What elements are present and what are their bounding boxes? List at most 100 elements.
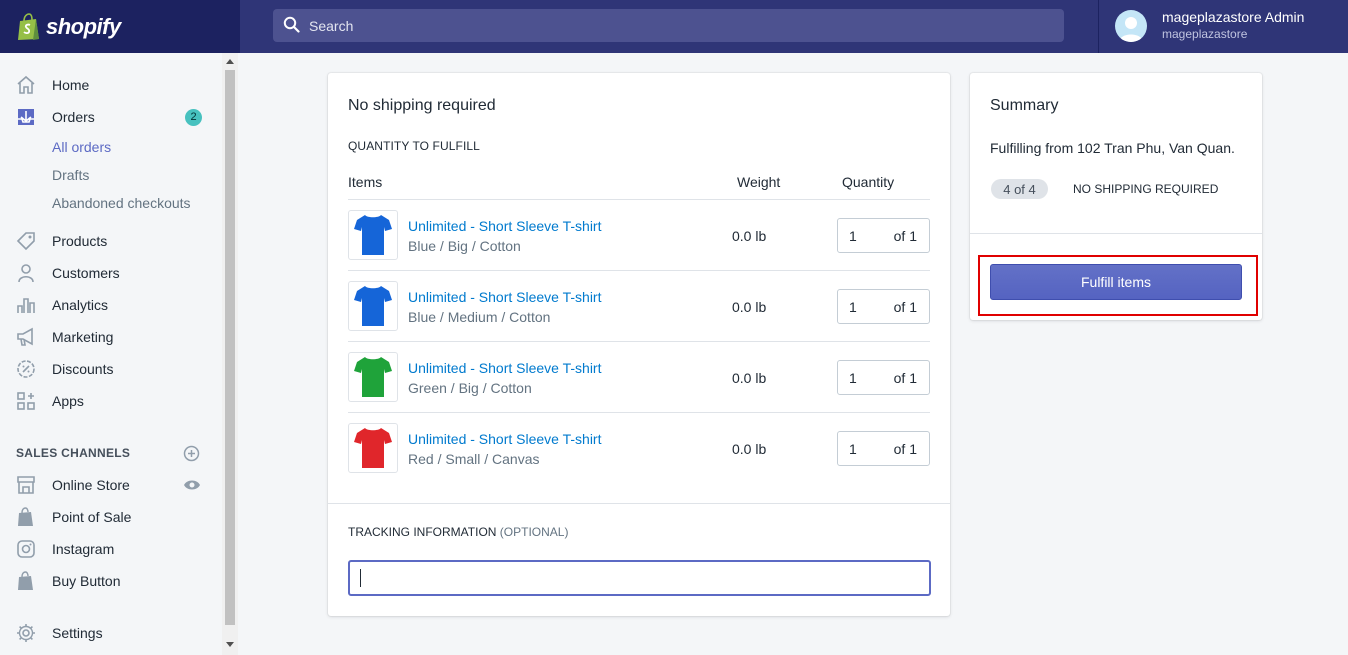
table-row: Unlimited - Short Sleeve T-shirt Blue / … [348, 200, 930, 271]
quantity-value: 1 [849, 370, 857, 386]
sidebar-item-orders[interactable]: Orders 2 [0, 102, 222, 132]
quantity-value: 1 [849, 228, 857, 244]
search-input[interactable]: Search [273, 9, 1064, 42]
fulfillment-location: Fulfilling from 102 Tran Phu, Van Quan. [990, 140, 1235, 156]
sidebar-scrollbar[interactable] [222, 53, 238, 655]
shopify-bag-icon [16, 571, 36, 591]
quantity-max: of 1 [893, 441, 917, 457]
divider [970, 233, 1262, 234]
tracking-optional-text: (OPTIONAL) [499, 525, 569, 539]
fulfillment-card: No shipping required QUANTITY TO FULFILL… [328, 73, 950, 616]
highlight-box [978, 255, 1258, 316]
product-link[interactable]: Unlimited - Short Sleeve T-shirt [408, 431, 601, 447]
product-variant: Green / Big / Cotton [408, 380, 532, 396]
quantity-max: of 1 [893, 299, 917, 315]
quantity-input[interactable]: 1 of 1 [837, 289, 930, 324]
tshirt-thumbnail [348, 352, 398, 402]
card-title: No shipping required [348, 97, 496, 114]
sidebar-item-apps[interactable]: Apps [0, 386, 222, 416]
quantity-value: 1 [849, 441, 857, 457]
quantity-input[interactable]: 1 of 1 [837, 360, 930, 395]
top-bar: shopify Search mageplazastore Admin mage… [0, 0, 1348, 53]
sidebar-item-products[interactable]: Products [0, 226, 222, 256]
sidebar-channel-instagram[interactable]: Instagram [0, 534, 222, 564]
add-channel-icon[interactable] [183, 445, 200, 462]
product-variant: Red / Small / Canvas [408, 451, 540, 467]
scroll-thumb[interactable] [225, 70, 235, 625]
orders-count-badge: 2 [185, 108, 202, 126]
shop-name: mageplazastore [1162, 27, 1248, 41]
sidebar-sub-abandoned-checkouts[interactable]: Abandoned checkouts [0, 188, 222, 218]
orders-icon [16, 107, 36, 127]
user-name: mageplazastore Admin [1162, 9, 1305, 25]
quantity-input[interactable]: 1 of 1 [837, 431, 930, 466]
scroll-down-arrow-icon[interactable] [226, 642, 234, 647]
quantity-heading: QUANTITY TO FULFILL [348, 139, 480, 153]
instagram-icon [16, 539, 36, 559]
sidebar-item-label: Buy Button [52, 573, 121, 589]
megaphone-icon [16, 327, 36, 347]
text-caret [360, 569, 361, 587]
sidebar-item-customers[interactable]: Customers [0, 258, 222, 288]
user-menu[interactable]: mageplazastore Admin mageplazastore [1098, 0, 1348, 53]
sidebar-item-label: Point of Sale [52, 509, 132, 525]
sidebar-channel-point-of-sale[interactable]: Point of Sale [0, 502, 222, 532]
sidebar-item-label: Marketing [52, 329, 114, 345]
product-weight: 0.0 lb [732, 299, 767, 315]
tshirt-thumbnail [348, 210, 398, 260]
sidebar-item-label: Online Store [52, 477, 130, 493]
scroll-up-arrow-icon[interactable] [226, 59, 234, 64]
sidebar-item-label: Instagram [52, 541, 115, 557]
sidebar-channel-buy-button[interactable]: Buy Button [0, 566, 222, 596]
product-link[interactable]: Unlimited - Short Sleeve T-shirt [408, 289, 601, 305]
quantity-input[interactable]: 1 of 1 [837, 218, 930, 253]
product-variant: Blue / Medium / Cotton [408, 309, 551, 325]
person-icon [16, 263, 36, 283]
sidebar-sub-all-orders[interactable]: All orders [0, 132, 222, 162]
product-link[interactable]: Unlimited - Short Sleeve T-shirt [408, 360, 601, 376]
tshirt-thumbnail [348, 423, 398, 473]
product-weight: 0.0 lb [732, 441, 767, 457]
sidebar-item-label: Apps [52, 393, 84, 409]
sidebar-sub-label: Drafts [52, 167, 90, 183]
tracking-label: TRACKING INFORMATION (OPTIONAL) [348, 525, 568, 539]
sidebar-item-home[interactable]: Home [0, 70, 222, 100]
tracking-label-text: TRACKING INFORMATION [348, 525, 497, 539]
sidebar-sub-label: All orders [52, 139, 112, 155]
product-variant: Blue / Big / Cotton [408, 238, 521, 254]
store-icon [16, 475, 36, 495]
eye-icon[interactable] [183, 478, 201, 492]
sidebar-item-label: Customers [52, 265, 120, 281]
shopify-bag-icon [16, 12, 42, 41]
brand-name: shopify [46, 13, 121, 39]
column-header-weight: Weight [737, 174, 781, 190]
sidebar-item-label: Analytics [52, 297, 109, 313]
section-divider [328, 503, 950, 504]
sidebar-item-settings[interactable]: Settings [0, 618, 222, 648]
summary-title: Summary [990, 97, 1059, 114]
table-row: Unlimited - Short Sleeve T-shirt Red / S… [348, 413, 930, 484]
search-icon [283, 16, 300, 36]
quantity-value: 1 [849, 299, 857, 315]
column-header-quantity: Quantity [842, 174, 895, 190]
tag-icon [16, 231, 36, 251]
sidebar-item-label: Discounts [52, 361, 114, 377]
sidebar-sub-drafts[interactable]: Drafts [0, 160, 222, 190]
discount-icon [16, 359, 36, 379]
item-count-badge: 4 of 4 [991, 179, 1048, 199]
shopify-logo[interactable]: shopify [0, 0, 240, 53]
bar-chart-icon [16, 295, 36, 315]
sidebar-item-marketing[interactable]: Marketing [0, 322, 222, 352]
sidebar-channel-online-store[interactable]: Online Store [0, 470, 222, 500]
tracking-number-input[interactable] [348, 560, 931, 596]
sidebar-item-discounts[interactable]: Discounts [0, 354, 222, 384]
column-header-items: Items [348, 174, 383, 190]
quantity-max: of 1 [893, 370, 917, 386]
shipping-status: NO SHIPPING REQUIRED [1073, 182, 1219, 196]
sidebar-sub-label: Abandoned checkouts [52, 195, 191, 211]
sidebar-item-analytics[interactable]: Analytics [0, 290, 222, 320]
shopify-bag-icon [16, 507, 36, 527]
sidebar-item-label: Products [52, 233, 108, 249]
product-link[interactable]: Unlimited - Short Sleeve T-shirt [408, 218, 601, 234]
avatar [1115, 10, 1147, 42]
